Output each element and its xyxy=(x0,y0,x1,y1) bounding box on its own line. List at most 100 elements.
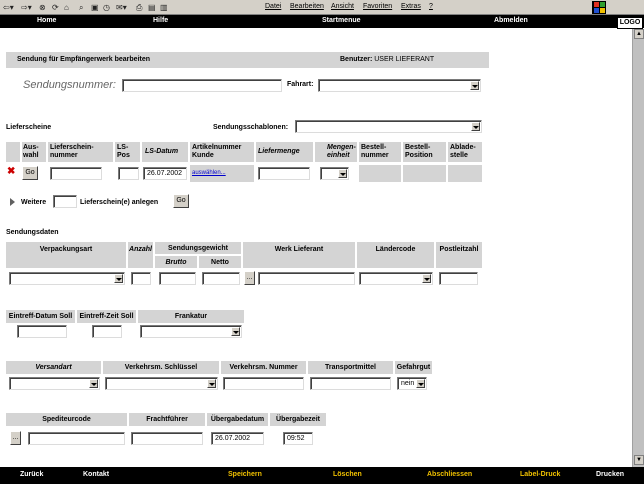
uebergabedatum-input[interactable]: 26.07.2002 xyxy=(211,432,264,445)
col-frankatur: Frankatur xyxy=(138,310,244,323)
mail-icon[interactable]: ✉▾ xyxy=(116,2,127,13)
sendungsnummer-input[interactable] xyxy=(122,79,282,92)
history-icon[interactable]: ◷ xyxy=(103,2,110,13)
delete-icon[interactable]: ✖ xyxy=(7,166,15,178)
edit-icon[interactable]: ▤ xyxy=(148,2,156,13)
werk-lieferant-input[interactable] xyxy=(258,272,355,285)
spediteur-lookup-button[interactable]: ... xyxy=(10,431,21,445)
loeschen-button[interactable]: Löschen xyxy=(333,471,362,478)
eintreff-datum-input[interactable] xyxy=(17,325,67,338)
nav-hilfe[interactable]: Hilfe xyxy=(153,17,168,24)
col-eintreff-zeit: Eintreff-Zeit Soll xyxy=(77,310,136,323)
expand-arrow-icon xyxy=(10,198,15,206)
speichern-button[interactable]: Speichern xyxy=(228,471,262,478)
col-netto: Netto xyxy=(199,256,241,268)
page-header: Sendung für Empfängerwerk bearbeiten Ben… xyxy=(6,52,489,68)
refresh-icon[interactable]: ⟳ xyxy=(52,2,59,13)
nav-startmenue[interactable]: Startmenue xyxy=(322,17,361,24)
col-artikelnummer: Artikelnummer Kunde xyxy=(190,142,254,162)
print-icon[interactable]: ⎙ xyxy=(136,2,142,13)
menu-ansicht[interactable]: Ansicht xyxy=(331,3,354,10)
col-uebergabedatum: Übergabedatum xyxy=(207,413,268,426)
windows-logo-icon xyxy=(592,1,606,14)
bottom-navigation: Zurück Kontakt Speichern Löschen Abschli… xyxy=(0,467,644,484)
lsdatum-input[interactable]: 26.07.2002 xyxy=(143,167,187,180)
gefahrgut-select[interactable]: nein xyxy=(397,377,427,390)
verpackungsart-select[interactable] xyxy=(9,272,125,285)
abladestelle-cell xyxy=(448,165,482,182)
drucken-button[interactable]: Drucken xyxy=(596,471,624,478)
frankatur-select[interactable] xyxy=(140,325,242,338)
chevron-down-icon xyxy=(471,122,480,131)
fahrart-select[interactable] xyxy=(318,79,481,92)
search-icon[interactable]: ⌕ xyxy=(79,2,83,13)
weitere-go-button[interactable]: Go xyxy=(173,194,189,208)
scroll-down-icon[interactable]: ▼ xyxy=(634,455,644,465)
menu-favoriten[interactable]: Favoriten xyxy=(363,3,392,10)
chevron-down-icon xyxy=(416,379,425,388)
col-anzahl: Anzahl xyxy=(128,242,153,268)
scroll-up-icon[interactable]: ▲ xyxy=(634,29,644,39)
col-postleitzahl: Postleitzahl xyxy=(436,242,482,268)
abschliessen-button[interactable]: Abschliessen xyxy=(427,471,472,478)
page-title: Sendung für Empfängerwerk bearbeiten xyxy=(17,56,151,63)
nav-abmelden[interactable]: Abmelden xyxy=(494,17,528,24)
lspos-input[interactable] xyxy=(118,167,139,180)
row-go-button[interactable]: Go xyxy=(22,166,38,180)
lieferscheinnummer-input[interactable] xyxy=(50,167,102,180)
sendungsschablonen-label: Sendungsschablonen: xyxy=(213,124,289,131)
postleitzahl-input[interactable] xyxy=(439,272,478,285)
spediteurcode-input[interactable] xyxy=(28,432,125,445)
discuss-icon[interactable]: ▥ xyxy=(160,2,168,13)
transportmittel-input[interactable] xyxy=(310,377,391,390)
menu-datei[interactable]: Datei xyxy=(265,3,281,10)
mengeneinheit-select[interactable] xyxy=(320,167,349,180)
menu-extras[interactable]: Extras xyxy=(401,3,421,10)
home-icon[interactable]: ⌂ xyxy=(64,2,69,13)
nav-zurueck[interactable]: Zurück xyxy=(20,471,43,478)
netto-input[interactable] xyxy=(202,272,240,285)
chevron-down-icon xyxy=(422,274,431,283)
col-transportmittel: Transportmittel xyxy=(308,361,393,374)
laendercode-select[interactable] xyxy=(359,272,433,285)
weitere-label: Weitere xyxy=(21,199,47,206)
sendungsdaten-title: Sendungsdaten xyxy=(6,229,59,236)
sendungsnummer-label: Sendungsnummer: xyxy=(23,79,116,91)
nav-kontakt[interactable]: Kontakt xyxy=(83,471,109,478)
col-verkehrsm-schluessel: Verkehrsm. Schlüssel xyxy=(103,361,219,374)
werk-lookup-button[interactable]: ... xyxy=(244,271,255,285)
frachtfuehrer-input[interactable] xyxy=(131,432,203,445)
chevron-down-icon xyxy=(114,274,123,283)
anzahl-input[interactable] xyxy=(131,272,151,285)
uebergabezeit-input[interactable]: 09:52 xyxy=(283,432,313,445)
col-bestellposition: Bestell- Position xyxy=(403,142,446,162)
col-sendungsgewicht: Sendungsgewicht xyxy=(155,242,241,254)
versandart-select[interactable] xyxy=(9,377,100,390)
eintreff-zeit-input[interactable] xyxy=(92,325,122,338)
forward-icon[interactable]: ⇨▾ xyxy=(21,2,32,13)
favorites-icon[interactable]: ▣ xyxy=(91,2,99,13)
nav-home[interactable]: Home xyxy=(37,17,56,24)
brutto-input[interactable] xyxy=(159,272,196,285)
lieferscheine-title: Lieferscheine xyxy=(6,124,52,131)
vertical-scrollbar[interactable]: ▲ ▼ xyxy=(632,29,644,467)
weitere-input[interactable] xyxy=(53,195,77,208)
sendungsschablonen-select[interactable] xyxy=(295,120,482,133)
liefermenge-input[interactable] xyxy=(258,167,310,180)
artikel-auswaehlen-link[interactable]: auswählen... xyxy=(192,170,226,176)
col-uebergabezeit: Übergabezeit xyxy=(270,413,326,426)
verkehrsm-nummer-input[interactable] xyxy=(223,377,304,390)
browser-toolbar: ⇦▾ ⇨▾ ⊗ ⟳ ⌂ ⌕ ▣ ◷ ✉▾ ⎙ ▤ ▥ Datei Bearbei… xyxy=(0,0,644,15)
user-info: Benutzer: USER LIEFERANT xyxy=(340,56,435,63)
stop-icon[interactable]: ⊗ xyxy=(39,2,46,13)
fahrart-label: Fahrart: xyxy=(287,81,314,88)
col-verpackungsart: Verpackungsart xyxy=(6,242,126,268)
col-lieferscheinnummer: Lieferschein- nummer xyxy=(48,142,113,162)
back-icon[interactable]: ⇦▾ xyxy=(3,2,14,13)
menu-bearbeiten[interactable]: Bearbeiten xyxy=(290,3,324,10)
col-auswahl: Aus- wahl xyxy=(22,142,46,162)
menu-help[interactable]: ? xyxy=(429,3,433,10)
label-druck-button[interactable]: Label-Druck xyxy=(520,471,560,478)
col-gefahrgut: Gefahrgut xyxy=(395,361,432,374)
verkehrsm-schluessel-select[interactable] xyxy=(105,377,218,390)
